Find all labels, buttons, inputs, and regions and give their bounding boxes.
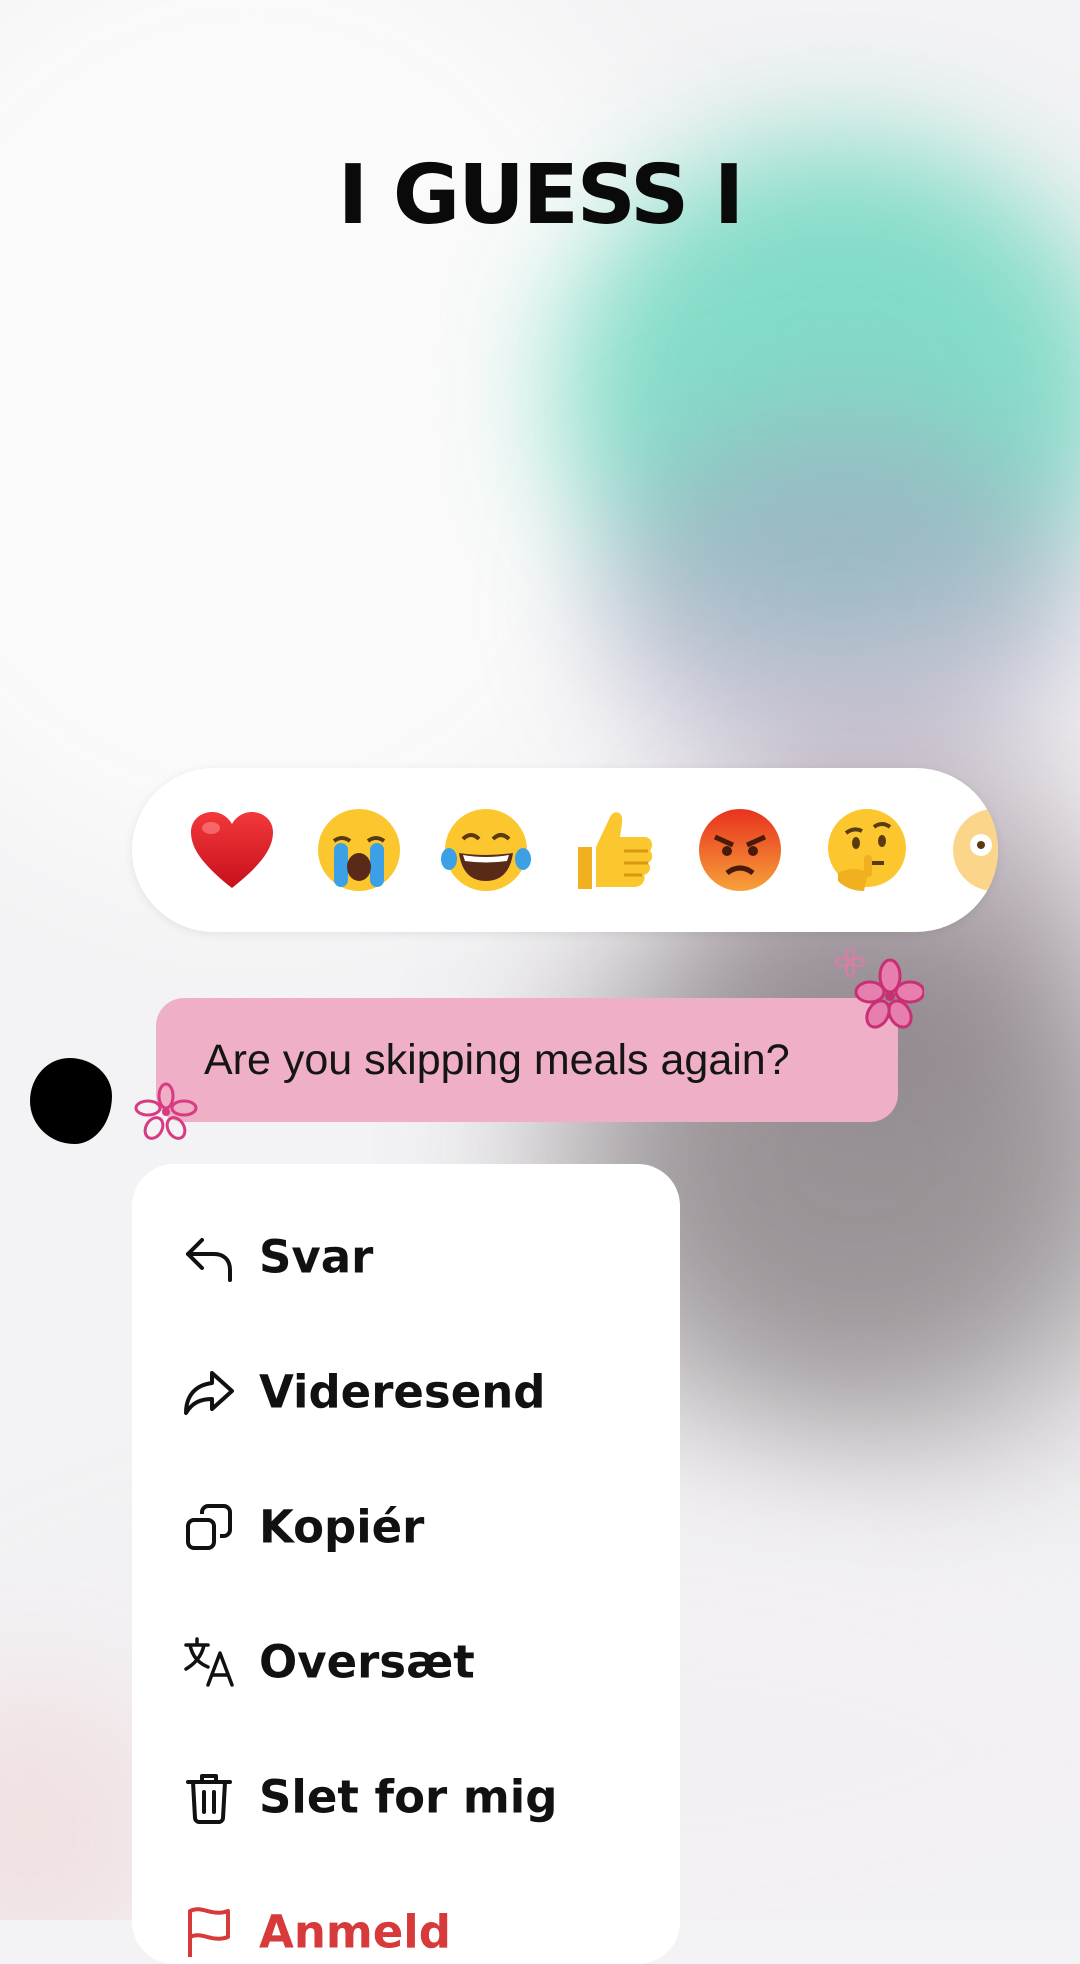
forward-icon [184,1371,234,1415]
menu-item-label: Anmeld [259,1905,451,1959]
menu-item-label: Oversæt [259,1635,475,1689]
menu-item-delete-for-me[interactable]: Slet for mig [132,1730,680,1864]
flower-sticker-icon [835,948,924,1029]
reaction-angry[interactable] [690,800,790,900]
translate-icon [184,1637,234,1687]
reaction-laughing[interactable] [436,800,536,900]
sender-avatar[interactable] [30,1058,112,1144]
reaction-thumbs-up[interactable] [563,800,663,900]
menu-item-label: Svar [259,1230,374,1284]
reaction-shocked[interactable] [944,800,998,900]
trash-icon [186,1774,232,1824]
menu-item-label: Slet for mig [259,1770,558,1824]
reaction-heart[interactable] [182,800,282,900]
menu-item-copy[interactable]: Kopiér [132,1460,680,1594]
message-context-menu: Svar Videresend Kopiér Oversæt Slet for … [132,1164,680,1964]
menu-item-translate[interactable]: Oversæt [132,1595,680,1729]
flag-icon [188,1907,230,1957]
menu-item-label: Videresend [259,1365,546,1419]
menu-item-reply[interactable]: Svar [132,1190,680,1324]
blurred-post-caption: I GUESS I [337,148,744,243]
message-text: Are you skipping meals again? [204,1035,790,1084]
copy-icon [186,1504,232,1550]
menu-item-label: Kopiér [259,1500,425,1554]
menu-item-forward[interactable]: Videresend [132,1325,680,1459]
flower-sticker-icon [134,1082,198,1140]
reply-icon [186,1238,232,1282]
menu-item-report[interactable]: Anmeld [132,1865,680,1964]
message-bubble[interactable]: Are you skipping meals again? [156,998,898,1122]
reaction-crying[interactable] [309,800,409,900]
reaction-bar [132,768,998,932]
reaction-thinking[interactable] [817,800,917,900]
